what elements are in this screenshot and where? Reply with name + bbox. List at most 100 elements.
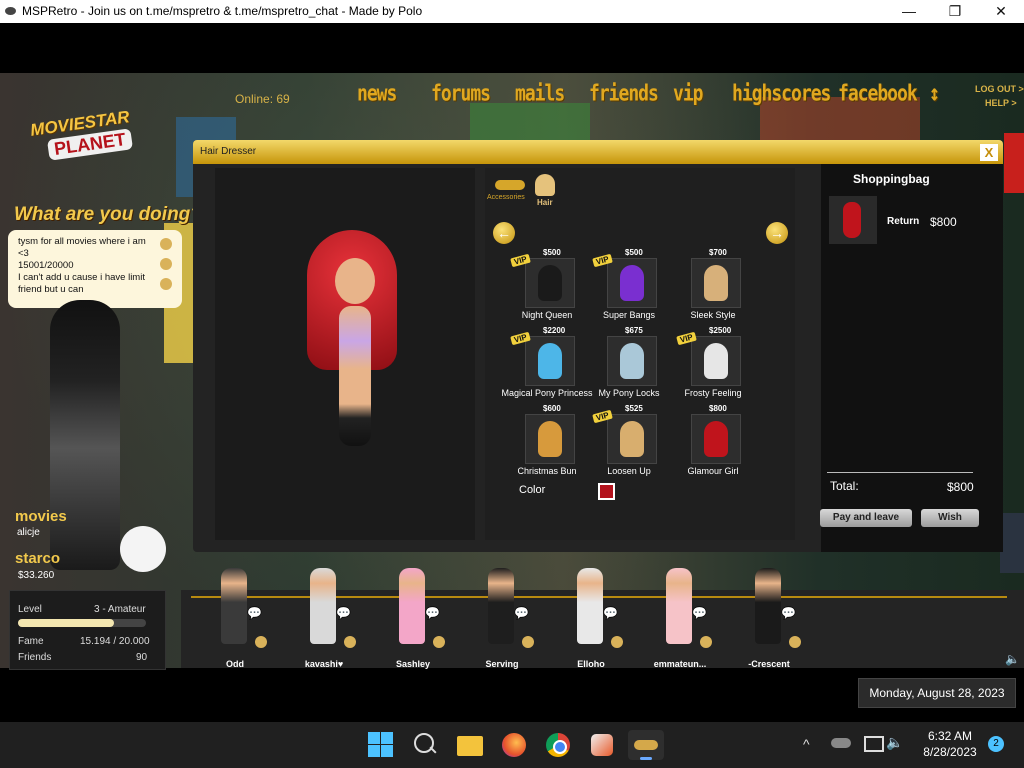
- friend-slot[interactable]: 💬 Odd: [195, 568, 275, 669]
- nav-vip[interactable]: vip: [673, 80, 703, 106]
- nav-mails[interactable]: mails: [515, 80, 565, 106]
- app-icon: [5, 7, 16, 15]
- friend-slot[interactable]: 💬 -Crescent: [729, 568, 809, 669]
- smiley-icon[interactable]: [160, 258, 172, 270]
- preview-body: [339, 306, 371, 446]
- chat-bubble-icon[interactable]: 💬: [247, 606, 262, 620]
- friend-avatar[interactable]: [399, 568, 425, 644]
- friend-name: -Crescent: [748, 659, 790, 669]
- onedrive-icon[interactable]: [831, 738, 851, 748]
- hair-item[interactable]: $675 My Pony Locks: [587, 326, 671, 406]
- pet-avatar[interactable]: [120, 526, 166, 572]
- moviestar-planet-logo: MOVIESTAR PLANET: [14, 107, 154, 168]
- volume-icon[interactable]: 🔈: [886, 734, 903, 751]
- hair-item[interactable]: $700 Sleek Style: [671, 248, 755, 328]
- friend-slot[interactable]: 💬 Sashley: [373, 568, 453, 669]
- friend-avatar[interactable]: [310, 568, 336, 644]
- friend-name: Serving: [485, 659, 519, 669]
- chat-bubble-icon[interactable]: 💬: [514, 606, 529, 620]
- gift-icon[interactable]: [433, 636, 445, 648]
- pay-and-leave-button[interactable]: Pay and leave: [820, 509, 912, 527]
- chat-bubble-icon[interactable]: 💬: [603, 606, 618, 620]
- help-link[interactable]: HELP >: [985, 98, 1017, 108]
- notification-badge[interactable]: 2: [988, 736, 1004, 752]
- taskbar: ^ 🔈 6:32 AM 8/28/2023 2: [0, 722, 1024, 768]
- fame-label: Fame: [18, 636, 44, 647]
- status-bubble[interactable]: tysm for all movies where i am <3 15001/…: [8, 230, 182, 308]
- chevron-up-icon[interactable]: ^: [803, 736, 810, 752]
- friend-slot[interactable]: 💬 emmateun...: [640, 568, 720, 669]
- file-explorer-icon[interactable]: [455, 730, 485, 760]
- nav-forums[interactable]: forums: [431, 80, 491, 106]
- hair-swatch: [620, 343, 644, 379]
- gift-icon[interactable]: [522, 636, 534, 648]
- wish-button[interactable]: Wish: [921, 509, 979, 527]
- hair-item-price: $2200: [543, 326, 566, 335]
- gift-icon[interactable]: [611, 636, 623, 648]
- friend-avatar[interactable]: [221, 568, 247, 644]
- logout-link[interactable]: LOG OUT >: [975, 84, 1024, 94]
- minimize-button[interactable]: —: [886, 0, 932, 23]
- network-icon[interactable]: [864, 736, 884, 752]
- date-tooltip: Monday, August 28, 2023: [858, 678, 1016, 708]
- color-swatch[interactable]: [598, 483, 615, 500]
- friend-avatar[interactable]: [488, 568, 514, 644]
- hair-item-name: Glamour Girl: [687, 466, 739, 476]
- mspretro-taskbar-icon[interactable]: [628, 730, 664, 760]
- gift-icon[interactable]: [344, 636, 356, 648]
- nav-facebook[interactable]: facebook: [838, 80, 918, 106]
- hair-item[interactable]: $2200 VIP Magical Pony Princess: [501, 326, 592, 406]
- hair-item[interactable]: $2500 VIP Frosty Feeling: [671, 326, 755, 406]
- gift-icon[interactable]: [789, 636, 801, 648]
- nav-news[interactable]: news: [357, 80, 397, 106]
- start-windows-icon[interactable]: [366, 730, 396, 760]
- chrome-icon[interactable]: [543, 730, 573, 760]
- friend-slot[interactable]: 💬 kavashi♥: [284, 568, 364, 669]
- friend-avatar[interactable]: [577, 568, 603, 644]
- friend-avatar[interactable]: [666, 568, 692, 644]
- animal-icon[interactable]: [160, 278, 172, 290]
- friend-slot[interactable]: 💬 Elloho: [551, 568, 631, 669]
- hair-item-thumbnail: [525, 258, 575, 308]
- hair-item[interactable]: $500 VIP Super Bangs: [587, 248, 671, 328]
- background-red-wall: [1004, 133, 1024, 193]
- chat-bubble-icon[interactable]: 💬: [425, 606, 440, 620]
- background-trees: [470, 103, 590, 143]
- hair-dresser-close-button[interactable]: X: [980, 144, 998, 161]
- movie-icon[interactable]: [160, 238, 172, 250]
- sort-arrows-icon[interactable]: ↕: [929, 80, 940, 106]
- friend-slot[interactable]: 💬 Serving: [462, 568, 542, 669]
- nav-friends[interactable]: friends: [589, 80, 659, 106]
- hair-item-grid: Accessories Hair ← → $500 VIP Night Queen $…: [485, 168, 795, 540]
- return-button[interactable]: Return: [887, 216, 919, 227]
- chat-bubble-icon[interactable]: 💬: [692, 606, 707, 620]
- starcoins-value: $33.260: [18, 570, 55, 581]
- speaker-icon[interactable]: 🔈: [1005, 652, 1020, 666]
- app-icon-taskbar[interactable]: [587, 730, 617, 760]
- hair-item-price: $2500: [709, 326, 732, 335]
- hair-dresser-title: Hair Dresser: [200, 146, 257, 157]
- hair-item[interactable]: $800 Glamour Girl: [671, 404, 755, 484]
- hair-item[interactable]: $525 VIP Loosen Up: [587, 404, 671, 484]
- hair-item[interactable]: $600 Christmas Bun: [505, 404, 589, 484]
- chat-bubble-icon[interactable]: 💬: [781, 606, 796, 620]
- firefox-icon[interactable]: [499, 730, 529, 760]
- clock-date[interactable]: 8/28/2023: [912, 745, 988, 759]
- player-avatar[interactable]: [50, 300, 120, 570]
- close-window-button[interactable]: ✕: [978, 0, 1024, 23]
- next-page-arrow[interactable]: →: [766, 222, 788, 244]
- prev-page-arrow[interactable]: ←: [493, 222, 515, 244]
- hair-item-thumbnail: [691, 336, 741, 386]
- clock-time[interactable]: 6:32 AM: [912, 729, 988, 743]
- chat-bubble-icon[interactable]: 💬: [336, 606, 351, 620]
- movies-label: movies: [15, 508, 67, 525]
- gift-icon[interactable]: [255, 636, 267, 648]
- nav-highscores[interactable]: highscores: [732, 80, 831, 106]
- friend-avatar[interactable]: [755, 568, 781, 644]
- gift-icon[interactable]: [700, 636, 712, 648]
- bag-item[interactable]: [829, 196, 877, 244]
- maximize-button[interactable]: ❐: [932, 0, 978, 23]
- hair-dresser-title-bar: Hair Dresser X: [193, 140, 1003, 164]
- hair-item[interactable]: $500 VIP Night Queen: [505, 248, 589, 328]
- search-icon[interactable]: [411, 730, 441, 760]
